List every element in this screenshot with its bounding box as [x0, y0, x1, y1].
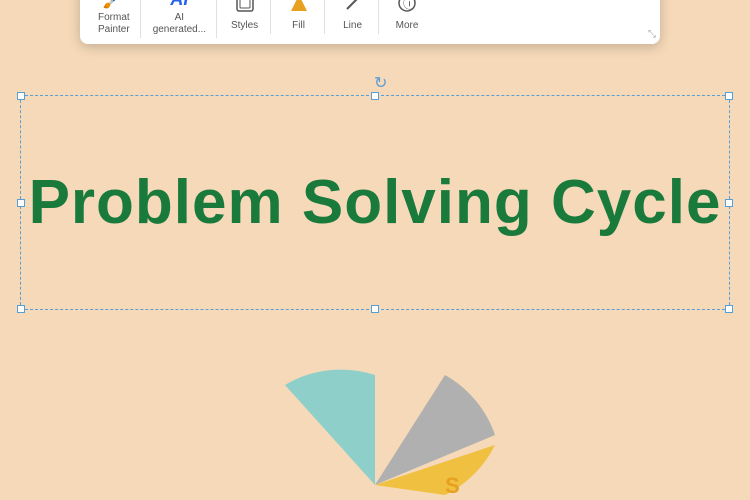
- line-button[interactable]: Line: [327, 0, 379, 34]
- handle-top-middle[interactable]: [371, 92, 379, 100]
- styles-label: Styles: [231, 20, 258, 32]
- more-label: More: [396, 20, 419, 32]
- fill-icon: [289, 0, 309, 18]
- format-painter-button[interactable]: 🖌️ FormatPainter: [88, 0, 141, 38]
- more-icon: ⓘ: [397, 0, 417, 18]
- format-painter-label: FormatPainter: [98, 12, 130, 36]
- format-painter-icon: 🖌️: [103, 0, 125, 10]
- ai-generated-label: AIgenerated...: [153, 12, 206, 36]
- svg-text:ⓘ: ⓘ: [403, 0, 416, 11]
- fill-label: Fill: [292, 20, 305, 32]
- handle-middle-left[interactable]: [17, 199, 25, 207]
- more-button[interactable]: ⓘ More: [381, 0, 433, 34]
- handle-bottom-right[interactable]: [725, 305, 733, 313]
- styles-button[interactable]: Styles: [219, 0, 271, 34]
- ai-icon: AI: [170, 0, 188, 10]
- handle-bottom-left[interactable]: [17, 305, 25, 313]
- text-box[interactable]: Problem Solving Cycle: [20, 95, 730, 310]
- fill-button[interactable]: Fill: [273, 0, 325, 34]
- pie-chart: S: [245, 355, 505, 500]
- handle-top-left[interactable]: [17, 92, 25, 100]
- toolbar-row2: 🖌️ FormatPainter AI AIgenerated... Style…: [88, 0, 652, 38]
- ai-generated-button[interactable]: AI AIgenerated...: [143, 0, 217, 38]
- styles-icon: [235, 0, 255, 18]
- svg-text:S: S: [445, 473, 460, 495]
- toolbar: ⤢ 🔍 Franklin G... ▾ 40 ▾ A+ A- ≡ B I U S: [80, 0, 660, 44]
- slide-title: Problem Solving Cycle: [29, 167, 722, 238]
- handle-bottom-middle[interactable]: [371, 305, 379, 313]
- handle-middle-right[interactable]: [725, 199, 733, 207]
- line-icon: [343, 0, 363, 18]
- handle-top-right[interactable]: [725, 92, 733, 100]
- canvas-area: ↻ Problem Solving Cycle S ⤢ 🔍: [0, 0, 750, 500]
- line-label: Line: [343, 20, 362, 32]
- compress-icon[interactable]: ⤡: [648, 29, 656, 40]
- rotate-handle[interactable]: ↻: [374, 73, 387, 93]
